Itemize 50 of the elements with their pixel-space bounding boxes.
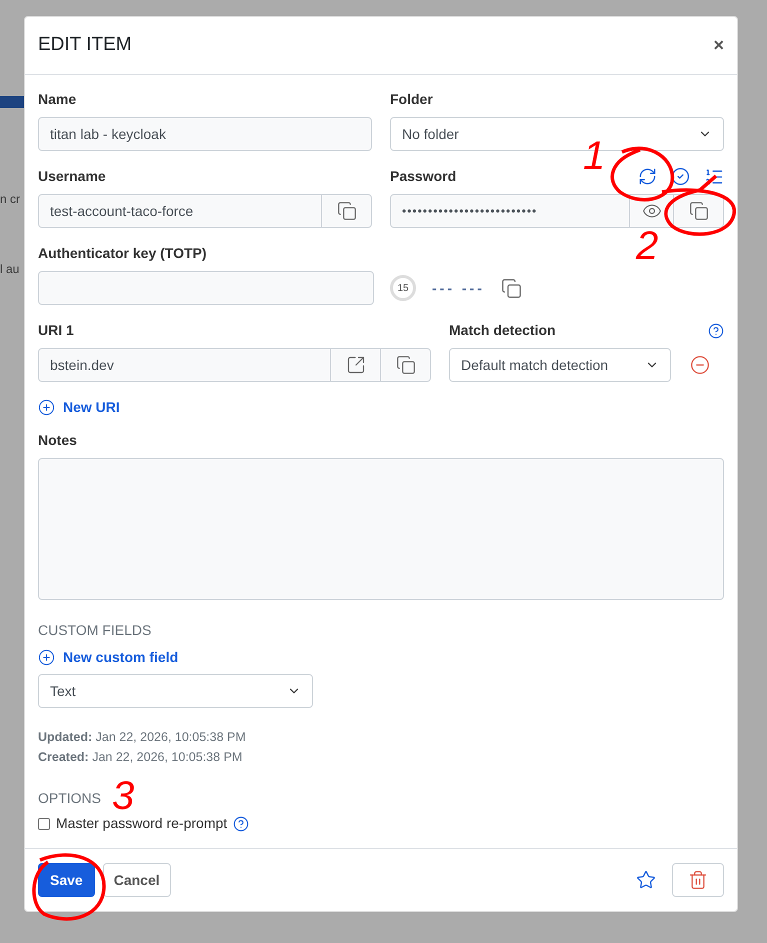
annotation-number: 3 <box>112 776 134 816</box>
name-field[interactable]: titan lab - keycloak <box>38 117 372 151</box>
help-icon[interactable] <box>708 322 724 338</box>
copy-icon <box>688 201 708 221</box>
field-label: URI 1 <box>38 322 75 339</box>
uri-field[interactable]: bstein.dev <box>38 348 431 382</box>
background-text: l au <box>0 262 20 276</box>
page-header-bar <box>0 96 24 108</box>
refresh-icon[interactable] <box>638 167 657 186</box>
field-label: Folder <box>390 91 434 108</box>
save-button[interactable]: Save <box>38 863 95 897</box>
external-link-icon <box>346 355 366 375</box>
trash-icon <box>688 870 708 890</box>
numbered-list-icon[interactable] <box>704 166 724 186</box>
favorite-star-icon[interactable] <box>636 870 656 890</box>
background-text: n cr <box>0 192 20 206</box>
select-field[interactable]: Text <box>38 674 313 708</box>
new-uri-link[interactable]: New URI <box>38 397 120 417</box>
remove-icon[interactable] <box>690 355 710 375</box>
field-label: Username <box>38 168 107 185</box>
dialog-title: EDIT ITEM <box>38 33 132 58</box>
username-field[interactable]: test-account-taco-force <box>38 194 372 228</box>
field-label: Notes <box>38 432 78 449</box>
copy-icon <box>396 355 416 375</box>
annotation-number: 2 <box>636 226 658 266</box>
notes-field[interactable] <box>38 458 724 600</box>
timestamp-text: Updated: Jan 22, 2026, 10:05:38 PM <box>38 730 247 745</box>
select-field[interactable]: Default match detection <box>449 348 671 382</box>
field-label: Match detection <box>449 322 556 339</box>
help-icon[interactable] <box>233 816 250 832</box>
section-heading: OPTIONS <box>38 790 102 807</box>
check-circle-icon[interactable] <box>671 167 690 186</box>
password-field[interactable]: •••••••••••••••••••••••••• <box>390 194 724 228</box>
section-heading: CUSTOM FIELDS <box>38 622 152 639</box>
totp-field[interactable] <box>38 271 374 305</box>
close-button[interactable]: × <box>713 32 724 59</box>
new-custom-field-link[interactable]: New custom field <box>38 647 178 667</box>
delete-button[interactable] <box>672 863 724 897</box>
countdown-timer: 15 <box>390 275 416 301</box>
plus-circle-icon <box>38 398 55 416</box>
field-label: Name <box>38 91 78 108</box>
copy-icon <box>336 201 356 221</box>
field-label: Password <box>390 168 456 185</box>
copy-icon[interactable] <box>500 278 522 298</box>
timestamp-text: Created: Jan 22, 2026, 10:05:38 PM <box>38 750 244 765</box>
cancel-button[interactable]: Cancel <box>102 863 171 897</box>
plus-circle-icon <box>38 648 55 666</box>
checkbox-label: Master password re-prompt <box>56 814 228 833</box>
totp-code: --- --- <box>432 278 485 298</box>
checkbox[interactable] <box>38 818 50 830</box>
